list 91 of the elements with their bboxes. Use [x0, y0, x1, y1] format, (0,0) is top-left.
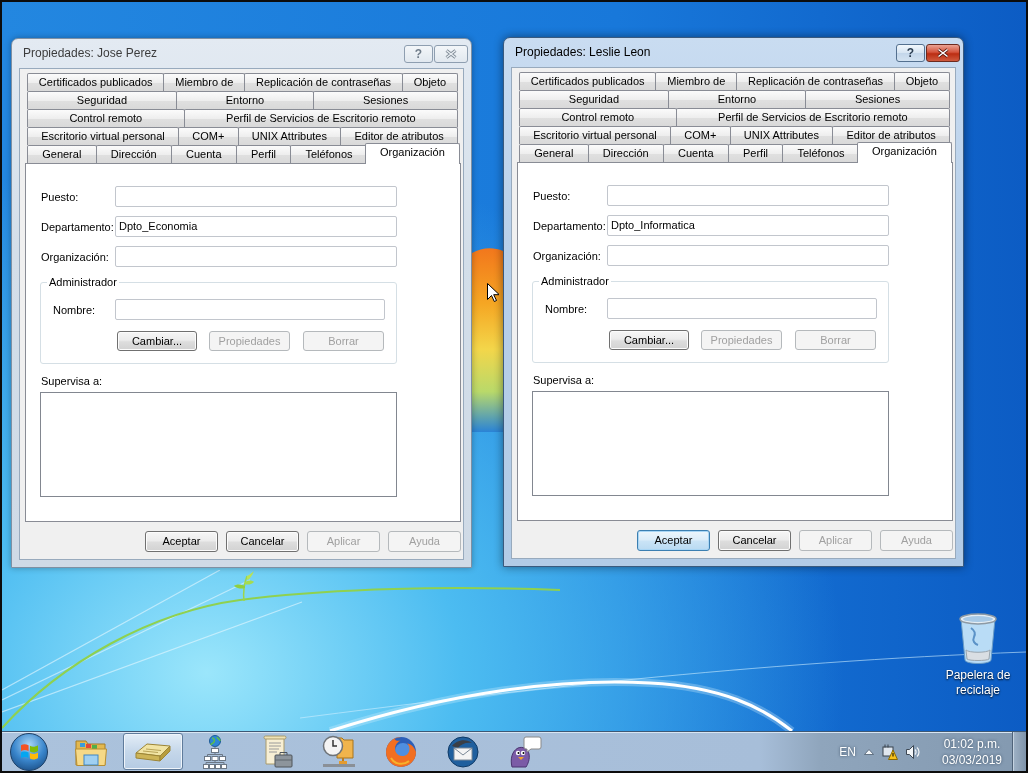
text-field[interactable] — [607, 298, 877, 319]
close-icon — [937, 48, 949, 58]
tab[interactable]: General — [519, 144, 589, 162]
tab[interactable]: Teléfonos — [782, 144, 860, 162]
tab[interactable]: UNIX Attributes — [237, 127, 342, 145]
field-label: Departamento: — [41, 219, 115, 234]
tab[interactable]: Miembro de — [655, 72, 738, 90]
scanner-icon — [135, 741, 171, 762]
tab[interactable]: Cuenta — [662, 144, 729, 162]
text-field[interactable] — [115, 299, 385, 320]
tab[interactable]: Editor de atributos — [832, 126, 950, 144]
push-button[interactable]: Aceptar — [637, 530, 710, 551]
text-field[interactable]: Dpto_Economia — [115, 216, 397, 237]
close-button[interactable] — [926, 44, 960, 62]
tab[interactable]: Editor de atributos — [340, 127, 458, 145]
push-button[interactable]: Aceptar — [145, 531, 218, 552]
push-button[interactable]: Cambiar... — [609, 330, 689, 350]
tab[interactable]: Control remoto — [519, 108, 677, 126]
tab[interactable]: Sesiones — [805, 90, 950, 108]
mail-icon — [447, 735, 479, 768]
globe-icon — [385, 735, 417, 768]
tab[interactable]: Perfil — [235, 145, 292, 163]
list-box[interactable] — [40, 392, 397, 497]
close-icon — [445, 49, 457, 59]
tab[interactable]: COM+ — [178, 127, 239, 145]
help-button[interactable]: ? — [896, 44, 925, 62]
leaf-drawing — [233, 570, 255, 602]
tab[interactable]: Objeto — [893, 72, 950, 90]
push-button[interactable]: Cambiar... — [117, 331, 197, 351]
field-label: Nombre: — [545, 301, 589, 316]
tab[interactable]: Organización — [364, 143, 460, 164]
window-title: Propiedades: Leslie Leon — [514, 45, 651, 59]
tab[interactable]: Entorno — [175, 91, 315, 109]
show-desktop-button[interactable] — [1012, 732, 1026, 771]
tab[interactable]: Replicación de contraseñas — [244, 73, 403, 91]
network-tree-icon — [203, 734, 227, 769]
tab[interactable]: Organización — [856, 142, 952, 163]
field-label: Puesto: — [41, 189, 80, 204]
tab[interactable]: Replicación de contraseñas — [736, 72, 895, 90]
tab[interactable]: Sesiones — [313, 91, 458, 109]
tab[interactable]: Seguridad — [27, 91, 177, 109]
field-label: Supervisa a: — [41, 374, 103, 388]
text-field[interactable] — [115, 186, 397, 207]
scroll-toolbox-icon — [261, 735, 293, 768]
tab[interactable]: Miembro de — [163, 73, 246, 91]
tab[interactable]: Certificados publicados — [27, 73, 165, 91]
tab[interactable]: Certificados publicados — [519, 72, 657, 90]
tab[interactable]: Entorno — [667, 90, 807, 108]
trash-bin-icon[interactable] — [958, 612, 998, 664]
tab[interactable]: Perfil de Servicios de Escritorio remoto — [675, 108, 950, 126]
text-field[interactable] — [607, 185, 889, 206]
flag-icon — [19, 743, 39, 760]
window-title: Propiedades: Jose Perez — [22, 46, 158, 60]
tab[interactable]: Escritorio virtual personal — [519, 126, 671, 144]
help-button[interactable]: ? — [404, 45, 433, 63]
tab[interactable]: Teléfonos — [290, 145, 368, 163]
tab[interactable]: Control remoto — [27, 109, 185, 127]
tab[interactable]: Objeto — [401, 73, 458, 91]
network-warning-icon[interactable] — [882, 743, 898, 760]
folder-icon — [75, 737, 107, 766]
text-field[interactable] — [607, 245, 889, 266]
field-label: Supervisa a: — [533, 373, 595, 387]
field-label: Nombre: — [53, 302, 97, 317]
text-field[interactable]: Dpto_Informatica — [607, 215, 889, 236]
icon-label[interactable]: Papelera de reciclaje — [939, 668, 1017, 698]
speaker-icon[interactable] — [906, 744, 920, 759]
field-label: Organización: — [533, 248, 602, 263]
group-title: Administrador — [539, 274, 611, 288]
bird-chat-icon — [508, 735, 542, 768]
tab[interactable]: Perfil — [727, 144, 784, 162]
field-label: Departamento: — [533, 218, 607, 233]
tab[interactable]: Escritorio virtual personal — [27, 127, 179, 145]
tab[interactable]: Dirección — [95, 145, 172, 163]
list-box[interactable] — [532, 391, 889, 496]
push-button[interactable]: Cancelar — [718, 530, 791, 551]
text-field[interactable] — [115, 246, 397, 267]
push-button[interactable]: Cancelar — [226, 531, 299, 552]
mouse-pointer-icon — [487, 283, 499, 302]
tab[interactable]: Dirección — [587, 144, 664, 162]
tab[interactable]: UNIX Attributes — [729, 126, 834, 144]
caret-up-icon[interactable] — [864, 748, 874, 755]
tab[interactable]: General — [27, 145, 97, 163]
start-button[interactable] — [10, 732, 48, 771]
field-label: Puesto: — [533, 188, 572, 203]
tab[interactable]: Cuenta — [170, 145, 237, 163]
field-label: Organización: — [41, 249, 110, 264]
clock-folder-icon — [322, 735, 356, 768]
tab[interactable]: Seguridad — [519, 90, 669, 108]
tab[interactable]: COM+ — [670, 126, 731, 144]
tab[interactable]: Perfil de Servicios de Escritorio remoto — [183, 109, 458, 127]
group-title: Administrador — [47, 275, 119, 289]
